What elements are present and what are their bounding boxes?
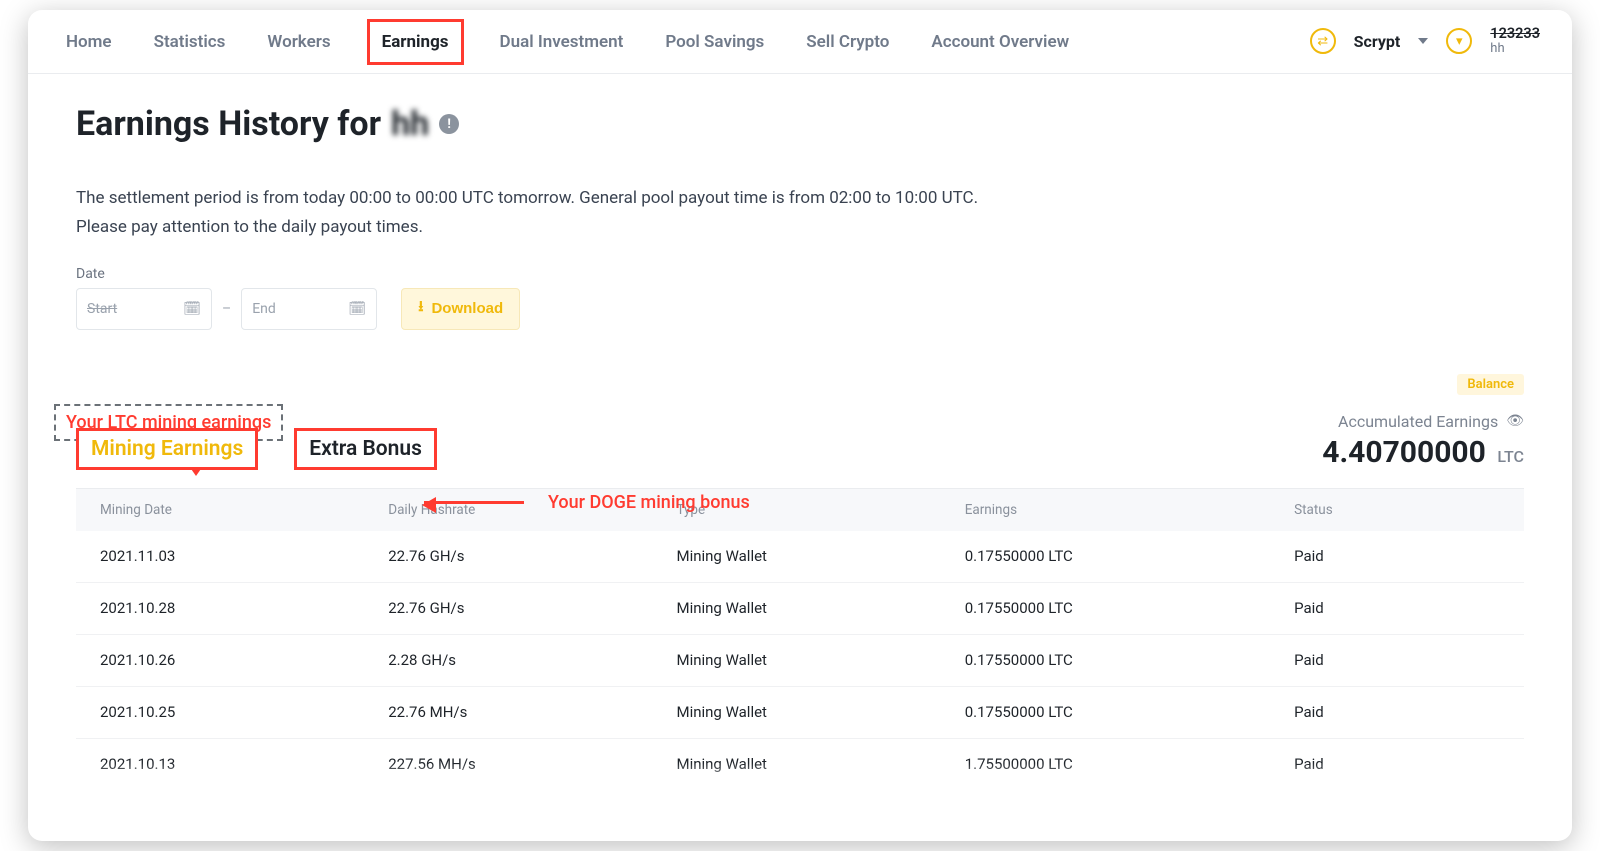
cell-type: Mining Wallet (676, 703, 964, 721)
cell-earnings: 0.17550000 LTC (965, 651, 1294, 669)
table-row[interactable]: 2021.10.28 22.76 GH/s Mining Wallet 0.17… (76, 583, 1524, 635)
acc-earnings-unit: LTC (1497, 447, 1524, 466)
download-label: Download (431, 300, 503, 317)
cell-date: 2021.10.25 (100, 703, 388, 721)
user-chip[interactable]: 123233 hh (1490, 26, 1540, 56)
page-title: Earnings History for hh ! (76, 104, 1524, 144)
tab-extra-bonus[interactable]: Extra Bonus (294, 428, 437, 470)
earnings-table: Mining Date Daily Hashrate Type Earnings… (76, 488, 1524, 791)
topbar-right: ⇄ Scrypt ▾ 123233 hh (1310, 26, 1540, 56)
cell-hashrate: 22.76 GH/s (388, 599, 676, 617)
cell-earnings: 0.17550000 LTC (965, 703, 1294, 721)
nav-earnings[interactable]: Earnings (367, 19, 464, 65)
user-avatar-icon[interactable]: ▾ (1446, 28, 1472, 54)
date-range-dash: – (222, 301, 231, 317)
date-filter: Date Start 🗓 – End 🗓 ⭳ Download (76, 266, 1524, 330)
swap-icon[interactable]: ⇄ (1310, 28, 1336, 54)
nav-workers[interactable]: Workers (261, 18, 336, 66)
table-row[interactable]: 2021.11.03 22.76 GH/s Mining Wallet 0.17… (76, 531, 1524, 583)
balance-badge[interactable]: Balance (1457, 374, 1524, 395)
chevron-down-icon[interactable] (1418, 38, 1428, 44)
th-earnings: Earnings (965, 502, 1294, 518)
cell-date: 2021.10.26 (100, 651, 388, 669)
table-row[interactable]: 2021.10.26 2.28 GH/s Mining Wallet 0.175… (76, 635, 1524, 687)
earnings-tabs: Mining Earnings Extra Bonus Balance Accu… (76, 412, 1524, 470)
nav-statistics[interactable]: Statistics (148, 18, 232, 66)
bottom-fade (28, 763, 1572, 791)
desc-line-2: Please pay attention to the daily payout… (76, 217, 423, 237)
page-title-prefix: Earnings History for (76, 104, 381, 144)
cell-status: Paid (1294, 547, 1500, 565)
cell-type: Mining Wallet (676, 599, 964, 617)
cell-hashrate: 22.76 MH/s (388, 703, 676, 721)
nav-sell-crypto[interactable]: Sell Crypto (800, 18, 895, 66)
user-id: 123233 (1490, 26, 1540, 42)
annotation-arrow-left-icon (424, 501, 524, 504)
eye-icon[interactable]: 👁 (1506, 413, 1524, 429)
cell-earnings: 0.17550000 LTC (965, 547, 1294, 565)
nav-home[interactable]: Home (60, 18, 118, 66)
th-mining-date: Mining Date (100, 502, 388, 518)
cell-status: Paid (1294, 703, 1500, 721)
annotation-doge: Your DOGE mining bonus (424, 492, 750, 513)
top-navbar: Home Statistics Workers Earnings Dual In… (28, 10, 1572, 74)
nav-account-overview[interactable]: Account Overview (925, 18, 1075, 66)
cell-hashrate: 22.76 GH/s (388, 547, 676, 565)
cell-date: 2021.11.03 (100, 547, 388, 565)
cell-hashrate: 2.28 GH/s (388, 651, 676, 669)
main-nav: Home Statistics Workers Earnings Dual In… (60, 18, 1075, 66)
settlement-description: The settlement period is from today 00:0… (76, 184, 1176, 242)
calendar-icon: 🗓 (183, 301, 201, 317)
user-sub: hh (1490, 42, 1540, 56)
cell-date: 2021.10.28 (100, 599, 388, 617)
nav-pool-savings[interactable]: Pool Savings (659, 18, 770, 66)
date-end-input[interactable]: End 🗓 (241, 288, 377, 330)
cell-earnings: 0.17550000 LTC (965, 599, 1294, 617)
acc-earnings-label: Accumulated Earnings (1338, 412, 1498, 431)
page-title-user: hh (391, 104, 429, 144)
cell-type: Mining Wallet (676, 547, 964, 565)
table-header: Mining Date Daily Hashrate Type Earnings… (76, 489, 1524, 531)
th-status: Status (1294, 502, 1500, 518)
nav-dual-investment[interactable]: Dual Investment (494, 18, 630, 66)
algorithm-selector[interactable]: Scrypt (1354, 32, 1401, 51)
desc-line-1: The settlement period is from today 00:0… (76, 188, 978, 208)
page-content: Earnings History for hh ! The settlement… (28, 74, 1572, 791)
cell-status: Paid (1294, 599, 1500, 617)
download-icon: ⭳ (418, 296, 423, 321)
tab-mining-earnings[interactable]: Mining Earnings (76, 428, 258, 470)
table-row[interactable]: 2021.10.25 22.76 MH/s Mining Wallet 0.17… (76, 687, 1524, 739)
date-label: Date (76, 266, 1524, 282)
cell-type: Mining Wallet (676, 651, 964, 669)
accumulated-earnings: Accumulated Earnings 👁 4.40700000 LTC (1322, 412, 1524, 470)
date-start-placeholder: Start (87, 301, 117, 317)
acc-earnings-value: 4.40700000 (1322, 435, 1486, 470)
download-button[interactable]: ⭳ Download (401, 288, 520, 330)
cell-status: Paid (1294, 651, 1500, 669)
calendar-icon: 🗓 (348, 301, 366, 317)
annotation-doge-text: Your DOGE mining bonus (548, 492, 750, 513)
info-icon[interactable]: ! (439, 114, 459, 134)
date-end-placeholder: End (252, 301, 276, 317)
date-start-input[interactable]: Start 🗓 (76, 288, 212, 330)
